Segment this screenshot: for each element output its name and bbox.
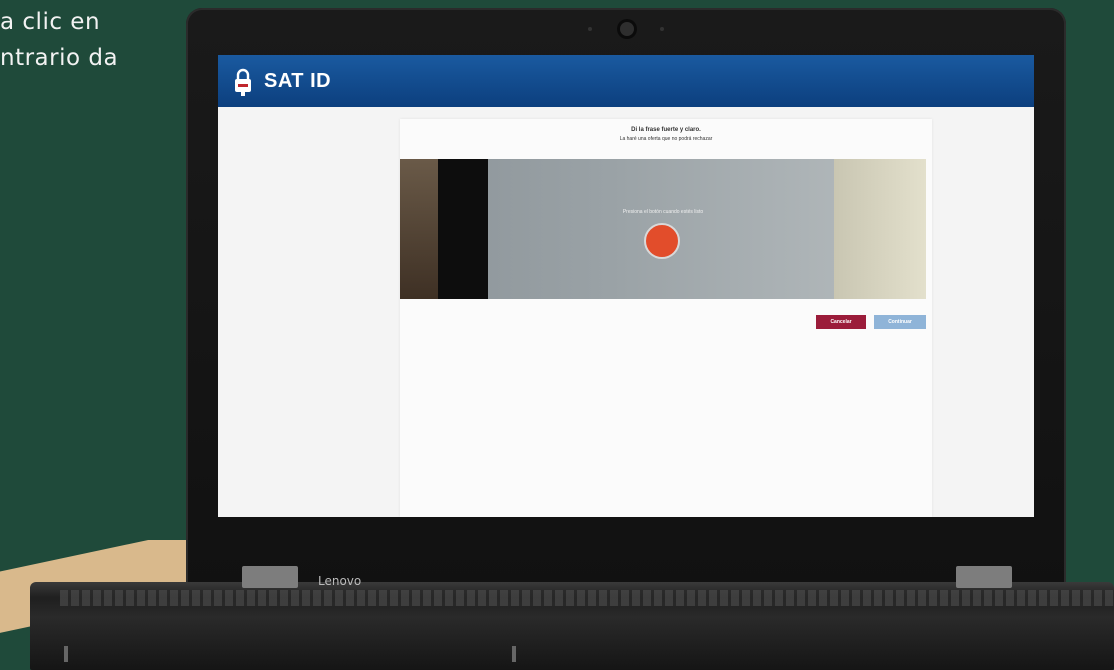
hinge [956, 566, 1012, 588]
webcam-icon [620, 22, 634, 36]
continue-button[interactable]: Continuar [874, 315, 926, 329]
keyboard [60, 590, 1114, 606]
hinge [242, 566, 298, 588]
laptop-brand-logo: Lenovo [318, 574, 362, 588]
instructions: Di la frase fuerte y claro. La haré una … [400, 127, 932, 142]
lock-icon [235, 68, 251, 96]
app-header: SAT ID [218, 55, 1034, 107]
instruction-subtext: La haré una oferta que no podrá rechazar [619, 136, 713, 142]
voice-capture-panel: Di la frase fuerte y claro. La haré una … [400, 119, 932, 517]
background-text-line: a clic en [0, 9, 101, 35]
app-title: SAT ID [264, 70, 332, 92]
background-text: a clic en ntrario da [0, 4, 118, 76]
background-text-line: ntrario da [0, 45, 119, 71]
record-button[interactable] [644, 223, 680, 259]
cancel-button[interactable]: Cancelar [816, 315, 866, 329]
instruction-text: Di la frase fuerte y claro. [631, 127, 701, 133]
camera-preview: Presiona el botón cuando estés listo [400, 159, 926, 299]
laptop-screen: SAT ID Di la frase fuerte y claro. La ha… [218, 55, 1034, 517]
record-prompt: Presiona el botón cuando estés listo [622, 209, 704, 215]
